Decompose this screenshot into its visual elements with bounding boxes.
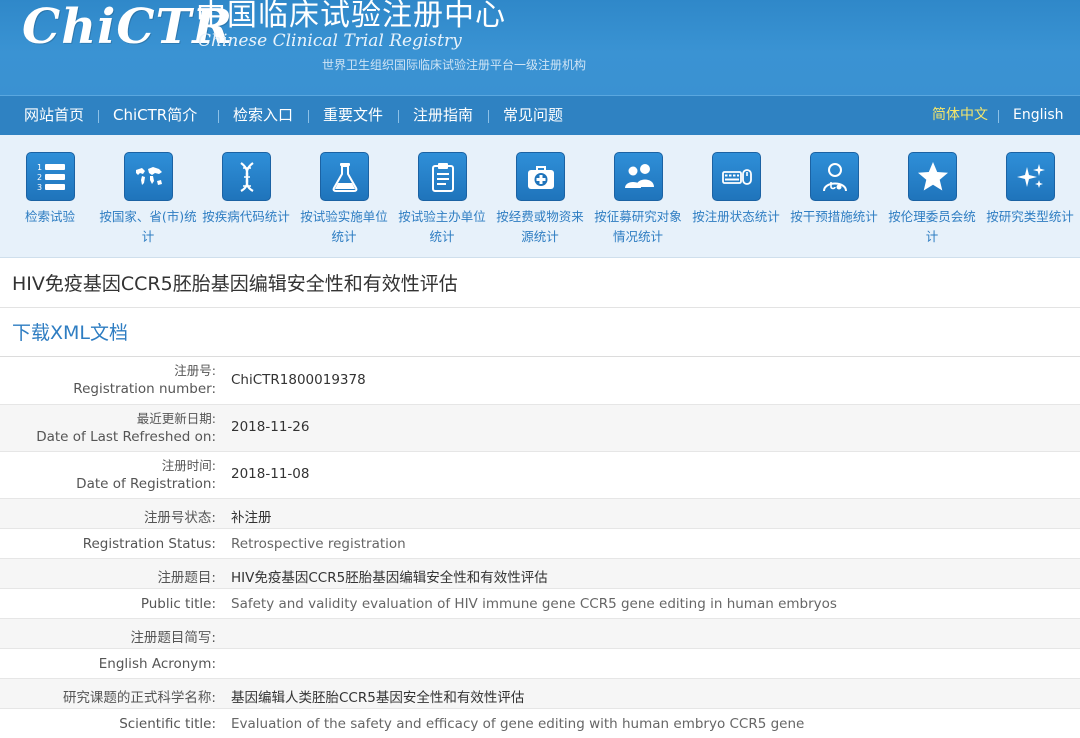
statistics-icon-bar: 123 检索试验 按国家、省(市)统计 按疾病代码统计 按试验实施单位统计 按试… xyxy=(0,135,1080,258)
icon-label: 按经费或物资来源统计 xyxy=(496,209,584,244)
nav-home[interactable]: 网站首页 xyxy=(24,96,84,136)
sparkle-icon xyxy=(1006,152,1055,201)
icon-label: 检索试验 xyxy=(24,209,75,224)
field-label: 注册时间: Date of Registration: xyxy=(76,457,216,493)
doctor-icon xyxy=(810,152,859,201)
icon-by-country[interactable]: 按国家、省(市)统计 xyxy=(99,135,197,258)
nav-faq[interactable]: 常见问题 xyxy=(503,96,563,136)
icon-by-funding[interactable]: 按经费或物资来源统计 xyxy=(491,135,589,258)
svg-text:2: 2 xyxy=(37,173,42,182)
field-label: 最近更新日期: Date of Last Refreshed on: xyxy=(36,410,216,446)
icon-by-ethics-committee[interactable]: 按伦理委员会统计 xyxy=(883,135,981,258)
icon-search-trials[interactable]: 123 检索试验 xyxy=(1,135,99,258)
star-icon xyxy=(908,152,957,201)
table-row: 注册号状态: 补注册 xyxy=(0,499,1080,529)
download-xml-link[interactable]: 下载XML文档 xyxy=(12,318,128,348)
dna-icon xyxy=(222,152,271,201)
medical-kit-icon xyxy=(516,152,565,201)
icon-by-sponsor[interactable]: 按试验主办单位统计 xyxy=(393,135,491,258)
table-row: Scientific title: Evaluation of the safe… xyxy=(0,709,1080,738)
scientific-title-en-value: Evaluation of the safety and efficacy of… xyxy=(231,716,805,732)
scientific-title-cn-value: 基因编辑人类胚胎CCR5基因安全性和有效性评估 xyxy=(231,690,525,706)
label-en: Registration number: xyxy=(73,381,216,397)
org-name-en: Chinese Clinical Trial Registry xyxy=(198,31,462,51)
icon-label: 按干预措施统计 xyxy=(790,209,878,224)
svg-text:3: 3 xyxy=(37,183,42,192)
label-cn: 注册号: xyxy=(174,363,216,378)
status-en-value: Retrospective registration xyxy=(231,536,406,552)
icon-label: 按试验主办单位统计 xyxy=(398,209,486,244)
nav-divider xyxy=(308,110,309,123)
table-row: 注册号: Registration number: ChiCTR18000193… xyxy=(0,357,1080,405)
clipboard-icon xyxy=(418,152,467,201)
label-cn: 最近更新日期: xyxy=(136,411,216,426)
icon-label: 按伦理委员会统计 xyxy=(888,209,976,244)
nav-search-entry[interactable]: 检索入口 xyxy=(233,96,293,136)
list-icon: 123 xyxy=(26,152,75,201)
nav-divider xyxy=(398,110,399,123)
nav-divider xyxy=(98,110,99,123)
nav-divider xyxy=(488,110,489,123)
table-row: Public title: Safety and validity evalua… xyxy=(0,589,1080,619)
label-cn: 注册时间: xyxy=(161,458,216,473)
field-label: 注册号状态: xyxy=(143,510,216,526)
world-map-icon xyxy=(124,152,173,201)
icon-by-implementing-unit[interactable]: 按试验实施单位统计 xyxy=(295,135,393,258)
icon-label: 按研究类型统计 xyxy=(986,209,1074,224)
field-label: 注册题目: xyxy=(157,570,216,586)
org-name-cn: 中国临床试验注册中心 xyxy=(196,0,506,33)
table-row: 注册题目: HIV免疫基因CCR5胚胎基因编辑安全性和有效性评估 xyxy=(0,559,1080,589)
icon-label: 按注册状态统计 xyxy=(692,209,780,224)
nav-about[interactable]: ChiCTR简介 xyxy=(113,96,197,136)
nav-divider xyxy=(998,110,999,123)
people-icon xyxy=(614,152,663,201)
icon-by-intervention[interactable]: 按干预措施统计 xyxy=(785,135,883,258)
registration-number-value: ChiCTR1800019378 xyxy=(231,372,366,388)
icon-by-recruitment[interactable]: 按征募研究对象情况统计 xyxy=(589,135,687,258)
registration-date-value: 2018-11-08 xyxy=(231,466,310,482)
trial-title: HIV免疫基因CCR5胚胎基因编辑安全性和有效性评估 xyxy=(0,258,1080,308)
table-row: 研究课题的正式科学名称: 基因编辑人类胚胎CCR5基因安全性和有效性评估 xyxy=(0,679,1080,709)
last-refreshed-value: 2018-11-26 xyxy=(231,419,310,435)
field-label: 研究课题的正式科学名称: xyxy=(62,690,216,706)
nav-divider xyxy=(218,110,219,123)
field-label: Registration Status: xyxy=(82,536,216,552)
field-label: 注册号: Registration number: xyxy=(73,362,216,398)
field-label: English Acronym: xyxy=(98,656,216,672)
main-nav: 网站首页 ChiCTR简介 检索入口 重要文件 注册指南 常见问题 简体中文 E… xyxy=(0,95,1080,135)
icon-label: 按疾病代码统计 xyxy=(202,209,290,224)
public-title-en-value: Safety and validity evaluation of HIV im… xyxy=(231,596,837,612)
icon-label: 按国家、省(市)统计 xyxy=(99,209,197,244)
field-label: Scientific title: xyxy=(119,716,216,732)
table-row: 注册时间: Date of Registration: 2018-11-08 xyxy=(0,452,1080,499)
table-row: 注册题目简写: xyxy=(0,619,1080,649)
table-row: Registration Status: Retrospective regis… xyxy=(0,529,1080,559)
nav-guide[interactable]: 注册指南 xyxy=(413,96,473,136)
icon-by-disease[interactable]: 按疾病代码统计 xyxy=(197,135,295,258)
keyboard-mouse-icon xyxy=(712,152,761,201)
org-tagline: 世界卫生组织国际临床试验注册平台一级注册机构 xyxy=(322,58,587,72)
table-row: English Acronym: xyxy=(0,649,1080,679)
flask-icon xyxy=(320,152,369,201)
lang-english[interactable]: English xyxy=(1013,96,1064,136)
svg-text:1: 1 xyxy=(37,163,42,172)
field-label: Public title: xyxy=(140,596,216,612)
icon-label: 按征募研究对象情况统计 xyxy=(594,209,682,244)
table-row: 最近更新日期: Date of Last Refreshed on: 2018-… xyxy=(0,405,1080,452)
public-title-cn-value: HIV免疫基因CCR5胚胎基因编辑安全性和有效性评估 xyxy=(231,570,548,586)
field-label: 注册题目简写: xyxy=(130,630,216,646)
icon-by-status[interactable]: 按注册状态统计 xyxy=(687,135,785,258)
icon-by-study-type[interactable]: 按研究类型统计 xyxy=(981,135,1079,258)
status-cn-value: 补注册 xyxy=(231,510,272,526)
nav-documents[interactable]: 重要文件 xyxy=(323,96,383,136)
site-banner: ChiCTR 中国临床试验注册中心 Chinese Clinical Trial… xyxy=(0,0,1080,95)
lang-chinese[interactable]: 简体中文 xyxy=(932,96,988,136)
icon-label: 按试验实施单位统计 xyxy=(300,209,388,244)
label-en: Date of Last Refreshed on: xyxy=(36,429,216,445)
label-en: Date of Registration: xyxy=(76,476,216,492)
